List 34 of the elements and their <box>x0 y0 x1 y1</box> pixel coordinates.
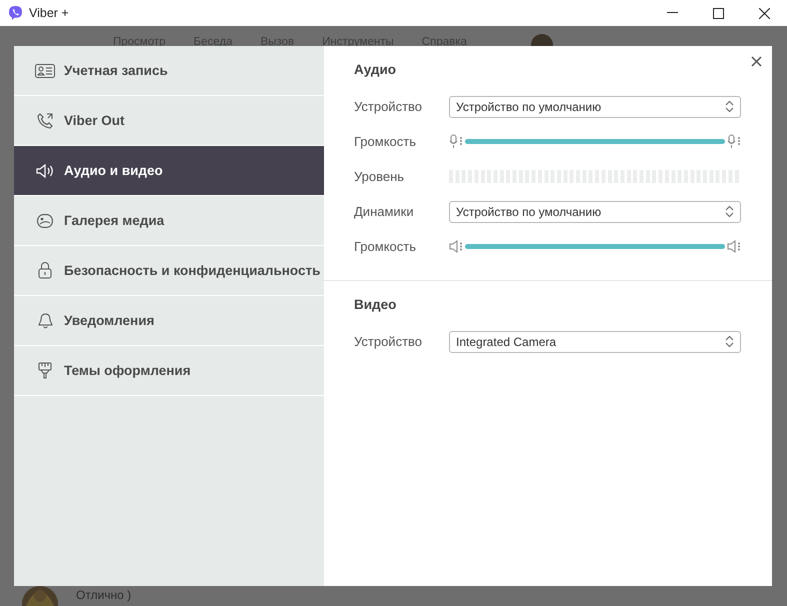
speaker-icon <box>727 240 741 253</box>
chevron-icon <box>725 205 734 218</box>
microphone-icon <box>727 134 741 149</box>
volume-slider[interactable] <box>465 139 725 144</box>
section-heading: Аудио <box>354 62 396 77</box>
viber-logo-icon <box>8 5 23 21</box>
maximize-icon[interactable] <box>712 8 724 18</box>
chevron-icon <box>725 100 734 113</box>
phone-icon <box>37 112 53 128</box>
account-icon <box>35 64 55 78</box>
brush-icon <box>38 362 52 379</box>
close-button[interactable] <box>751 56 762 67</box>
setting-label: Громкость <box>354 239 417 254</box>
volume-slider[interactable] <box>465 244 725 249</box>
dropdown[interactable]: Устройство по умолчанию <box>449 200 741 222</box>
close-icon[interactable] <box>758 8 770 18</box>
chevron-icon <box>725 335 734 348</box>
setting-label: Уровень <box>354 169 406 184</box>
speaker-icon <box>449 240 463 253</box>
lock-icon <box>38 262 52 279</box>
bell-icon <box>38 312 52 328</box>
minimize-icon[interactable] <box>666 12 678 14</box>
setting-label: Динамики <box>354 204 415 219</box>
setting-label: Устройство <box>354 334 424 349</box>
message-preview: Отлично ) <box>76 588 132 602</box>
speaker-icon <box>36 164 54 178</box>
setting-label: Устройство <box>354 99 424 114</box>
dropdown[interactable]: Устройство по умолчанию <box>449 96 741 118</box>
settings-nav-item[interactable]: Аудио и видео <box>14 146 324 196</box>
dropdown[interactable]: Integrated Camera <box>449 330 741 352</box>
microphone-icon <box>449 134 463 149</box>
section-heading: Видео <box>354 297 396 312</box>
setting-label: Громкость <box>354 134 417 149</box>
window-title: Viber + <box>29 6 69 20</box>
